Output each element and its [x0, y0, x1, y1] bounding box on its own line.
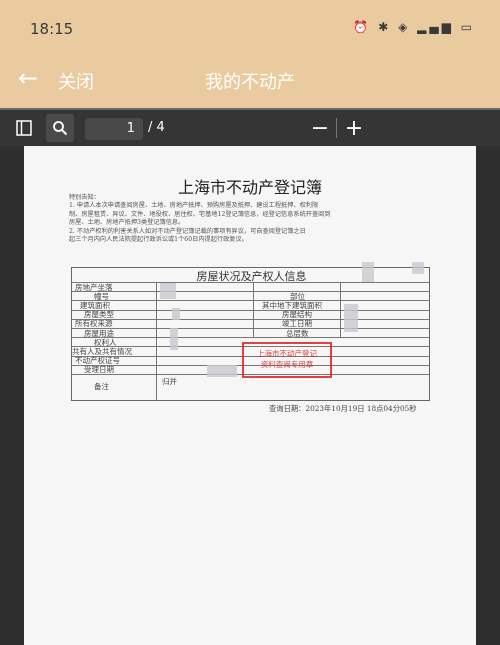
redaction-block	[207, 365, 237, 377]
official-seal: 上海市不动产登记 资料查阅专用章	[242, 342, 332, 378]
label-co-owner: 共有人及共有情况	[72, 346, 132, 356]
label-structure: 房屋结构	[282, 310, 312, 320]
redaction-block	[160, 283, 176, 299]
pdf-viewer[interactable]: 上海市不动产登记簿 特别告知： 1. 申请人本次申请查阅房屋、土地、房地产抵押、…	[0, 146, 500, 645]
search-icon	[53, 121, 68, 136]
table-title: 房屋状况及产权人信息	[196, 270, 307, 283]
label-owner: 权利人	[94, 337, 117, 347]
label-ownership-source: 所有权来源	[75, 319, 113, 329]
label-underground-area: 其中地下建筑面积	[262, 300, 322, 310]
pdf-page: 上海市不动产登记簿 特别告知： 1. 申请人本次申请查阅房屋、土地、房地产抵押、…	[24, 146, 476, 645]
toolbar-divider	[336, 118, 337, 138]
label-cert-no: 不动产权证号	[75, 356, 120, 366]
label-house-use: 房屋用途	[84, 328, 114, 338]
notice-line: 1. 申请人本次申请查阅房屋、土地、房地产抵押、预购房屋及抵押、建设工程抵押、权…	[69, 202, 319, 210]
sidebar-toggle-button[interactable]	[10, 114, 38, 142]
redaction-block	[344, 304, 358, 332]
label-completion-date: 竣工日期	[282, 319, 312, 329]
seal-text: 上海市不动产登记	[257, 349, 317, 358]
status-bar: 18:15 ⏰ ✱ ◈ ▂▄▆ ▭	[0, 0, 500, 56]
table-divider	[340, 282, 341, 337]
table-divider	[253, 282, 254, 337]
battery-icon: ▭	[460, 20, 475, 34]
redaction-block	[362, 262, 374, 282]
bluetooth-icon: ✱	[378, 20, 392, 34]
query-date: 查询日期：2023年10月19日 18点04分05秒	[269, 404, 417, 413]
notice-block: 特别告知： 1. 申请人本次申请查阅房屋、土地、房地产抵押、预购房屋及抵押、建设…	[69, 194, 439, 244]
label-address: 房地产坐落	[75, 282, 113, 292]
label-building-no: 幢号	[94, 291, 109, 301]
page-title: 我的不动产	[205, 72, 295, 93]
sidebar-icon	[16, 120, 32, 136]
redaction-block	[170, 328, 178, 350]
label-area: 建筑面积	[80, 300, 110, 310]
label-position: 部位	[290, 291, 305, 301]
notice-line: 起三个月内向人民法院提起行政诉讼或1个60日内提起行政复议。	[69, 236, 248, 244]
table-row	[72, 374, 429, 401]
wifi-icon: ◈	[398, 20, 411, 34]
redaction-block	[412, 262, 424, 274]
table-divider	[156, 282, 157, 400]
search-button[interactable]	[46, 114, 74, 142]
notice-line: 2. 不动产权利的利害关系人如对不动产登记簿记载的事项有异议，可自查阅登记簿之日	[69, 227, 306, 235]
status-time: 18:15	[30, 20, 74, 38]
zoom-out-button[interactable]: −	[306, 114, 334, 142]
notice-line: 房屋、土地、房地产抵押3类登记簿信息。	[69, 219, 185, 227]
label-house-type: 房屋类型	[84, 310, 114, 320]
signal-icon: ▂▄▆	[417, 20, 454, 34]
remark-value: 归并	[162, 377, 177, 386]
pdf-toolbar: 1 / 4 − +	[0, 110, 500, 146]
status-icons: ⏰ ✱ ◈ ▂▄▆ ▭	[353, 20, 475, 34]
alarm-icon: ⏰	[353, 20, 372, 34]
redaction-block	[172, 308, 180, 320]
seal-text: 资料查阅专用章	[260, 360, 314, 369]
property-info-table: 房屋状况及产权人信息 房地产坐落 幢号 建筑面积 房屋类型 所有权来源 房屋用途…	[71, 262, 430, 401]
page-total: / 4	[148, 120, 165, 135]
app-bar: ← 关闭 我的不动产	[0, 56, 500, 108]
notice-line: 制、房屋租赁、异议、文件、地役权、居住权、宅基地12登记簿信息，经登记信息系统开…	[69, 210, 331, 218]
page-number-input[interactable]: 1	[85, 118, 143, 140]
label-accept-date: 受理日期	[84, 365, 114, 375]
label-total-floors: 总层数	[286, 328, 309, 338]
label-remark: 备注	[94, 382, 109, 391]
zoom-in-button[interactable]: +	[340, 114, 368, 142]
